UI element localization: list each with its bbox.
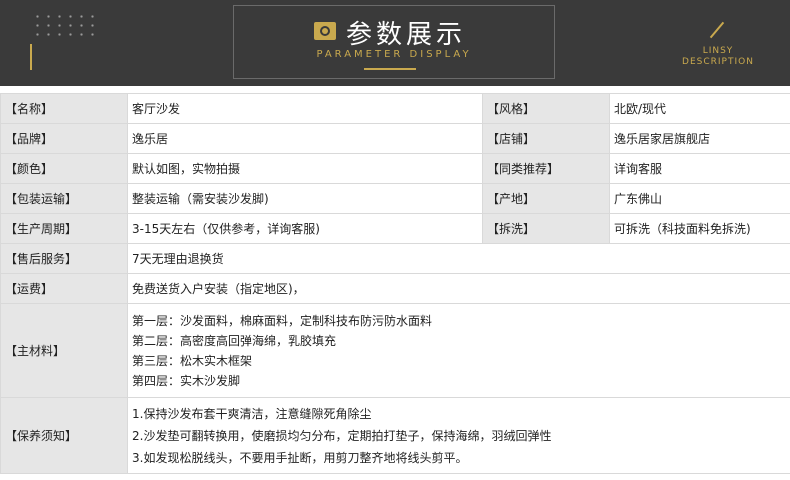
table-row: 【品牌】 逸乐居 【店铺】 逸乐居家居旗舰店 xyxy=(0,123,790,154)
color-label: 【颜色】 xyxy=(0,153,128,184)
title-underline xyxy=(364,68,416,70)
table-row: 【生产周期】 3-15天左右（仅供参考，详询客服) 【拆洗】 可拆洗（科技面料免… xyxy=(0,213,790,244)
table-row: 【运费】 免费送货入户安装（指定地区)， xyxy=(0,273,790,304)
shop-value: 逸乐居家居旗舰店 xyxy=(609,123,790,154)
material-line-3: 第三层：松木实木框架 xyxy=(132,353,253,368)
care-line-3: 3.如发现松脱线头，不要用手扯断，用剪刀整齐地将线头剪平。 xyxy=(132,450,468,465)
origin-value: 广东佛山 xyxy=(609,183,790,214)
care-line-1: 1.保持沙发布套干爽清洁，注意缝隙死角除尘 xyxy=(132,406,372,421)
origin-label: 【产地】 xyxy=(482,183,610,214)
title-frame: 参数展示 PARAMETER DISPLAY xyxy=(233,5,555,79)
page-subtitle: PARAMETER DISPLAY xyxy=(316,49,472,60)
wash-label: 【拆洗】 xyxy=(482,213,610,244)
cycle-label: 【生产周期】 xyxy=(0,213,128,244)
freight-value: 免费送货入户安装（指定地区)， xyxy=(127,273,790,304)
parameter-table: 【名称】 客厅沙发 【风格】 北欧/现代 【品牌】 逸乐居 【店铺】 逸乐居家居… xyxy=(0,93,790,474)
name-label: 【名称】 xyxy=(0,93,128,124)
similar-value: 详询客服 xyxy=(609,153,790,184)
table-row: 【主材料】 第一层：沙发面料，棉麻面料，定制科技布防污防水面料 第二层：高密度高… xyxy=(0,303,790,398)
name-value: 客厅沙发 xyxy=(127,93,483,124)
brand-label: 【品牌】 xyxy=(0,123,128,154)
side-label-line1: LINSY xyxy=(702,46,734,56)
page-title: 参数展示 xyxy=(346,20,467,50)
slash-decoration xyxy=(709,21,725,39)
table-row: 【保养须知】 1.保持沙发布套干爽清洁，注意缝隙死角除尘 2.沙发垫可翻转换用，… xyxy=(0,397,790,474)
packing-value: 整装运输（需安装沙发脚) xyxy=(127,183,483,214)
similar-label: 【同类推荐】 xyxy=(482,153,610,184)
dot-pattern-decoration xyxy=(32,12,102,38)
material-label: 【主材料】 xyxy=(0,303,128,398)
table-row: 【包装运输】 整装运输（需安装沙发脚) 【产地】 广东佛山 xyxy=(0,183,790,214)
color-value: 默认如图，实物拍摄 xyxy=(127,153,483,184)
style-value: 北欧/现代 xyxy=(609,93,790,124)
table-row: 【名称】 客厅沙发 【风格】 北欧/现代 xyxy=(0,93,790,124)
side-label-line2: DESCRIPTION xyxy=(682,57,754,67)
table-row: 【颜色】 默认如图，实物拍摄 【同类推荐】 详询客服 xyxy=(0,153,790,184)
aftersale-label: 【售后服务】 xyxy=(0,243,128,274)
style-label: 【风格】 xyxy=(482,93,610,124)
brand-value: 逸乐居 xyxy=(127,123,483,154)
material-line-2: 第二层：高密度高回弹海绵，乳胶填充 xyxy=(132,333,337,348)
care-value: 1.保持沙发布套干爽清洁，注意缝隙死角除尘 2.沙发垫可翻转换用，使磨损均匀分布… xyxy=(127,397,790,474)
side-label: LINSY DESCRIPTION xyxy=(660,46,776,68)
shop-label: 【店铺】 xyxy=(482,123,610,154)
cycle-value: 3-15天左右（仅供参考，详询客服) xyxy=(127,213,483,244)
gold-bar-decoration xyxy=(30,44,32,70)
packing-label: 【包装运输】 xyxy=(0,183,128,214)
wash-value: 可拆洗（科技面料免拆洗) xyxy=(609,213,790,244)
care-label: 【保养须知】 xyxy=(0,397,128,474)
aftersale-value: 7天无理由退换货 xyxy=(127,243,790,274)
material-value: 第一层：沙发面料，棉麻面料，定制科技布防污防水面料 第二层：高密度高回弹海绵，乳… xyxy=(127,303,790,398)
camera-icon xyxy=(314,22,336,40)
freight-label: 【运费】 xyxy=(0,273,128,304)
table-row: 【售后服务】 7天无理由退换货 xyxy=(0,243,790,274)
material-line-4: 第四层：实木沙发脚 xyxy=(132,373,241,388)
header-banner: 参数展示 PARAMETER DISPLAY LINSY DESCRIPTION xyxy=(0,0,790,86)
material-line-1: 第一层：沙发面料，棉麻面料，定制科技布防污防水面料 xyxy=(132,313,433,328)
care-line-2: 2.沙发垫可翻转换用，使磨损均匀分布，定期拍打垫子，保持海绵，羽绒回弹性 xyxy=(132,428,552,443)
